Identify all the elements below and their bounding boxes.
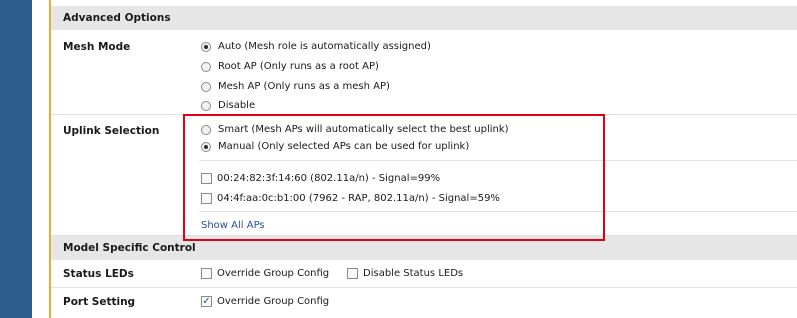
uplink-manual-radio[interactable] (201, 141, 211, 152)
uplink-smart-label: Smart (Mesh APs will automatically selec… (218, 124, 509, 135)
mesh-auto-radio[interactable] (201, 41, 211, 52)
model-specific-control-header: Model Specific Control (51, 236, 797, 260)
uplink-divider (199, 160, 797, 161)
port-setting-row: Port Setting ✓ Override Group Config (51, 288, 797, 318)
ap-list-divider (199, 211, 797, 212)
mesh-auto-option[interactable]: Auto (Mesh role is automatically assigne… (201, 41, 431, 52)
mesh-mesh-ap-radio[interactable] (201, 81, 211, 92)
show-all-aps-link[interactable]: Show All APs (201, 220, 265, 231)
uplink-selection-row: Uplink Selection Smart (Mesh APs will au… (51, 115, 797, 236)
advanced-options-header: Advanced Options (51, 6, 797, 30)
status-leds-label: Status LEDs (63, 268, 134, 280)
left-sidebar (0, 0, 32, 318)
ap-item-1-label: 00:24:82:3f:14:60 (802.11a/n) - Signal=9… (217, 173, 441, 184)
ap-item-2-label: 04:4f:aa:0c:b1:00 (7962 - RAP, 802.11a/n… (217, 193, 500, 204)
mesh-root-ap-label: Root AP (Only runs as a root AP) (218, 61, 379, 72)
ap-item-1-checkbox[interactable] (201, 173, 212, 184)
port-setting-override-checkbox[interactable]: ✓ (201, 296, 212, 307)
mesh-root-ap-option[interactable]: Root AP (Only runs as a root AP) (201, 61, 379, 72)
status-leds-override-label: Override Group Config (217, 268, 330, 279)
disable-status-leds-option[interactable]: Disable Status LEDs (347, 268, 463, 279)
port-setting-override-label: Override Group Config (217, 296, 330, 307)
mesh-mesh-ap-option[interactable]: Mesh AP (Only runs as a mesh AP) (201, 81, 390, 92)
disable-status-leds-label: Disable Status LEDs (363, 268, 464, 279)
port-setting-override-option[interactable]: ✓ Override Group Config (201, 296, 329, 307)
status-leds-override-option[interactable]: Override Group Config (201, 268, 329, 279)
ap-item-2[interactable]: 04:4f:aa:0c:b1:00 (7962 - RAP, 802.11a/n… (201, 193, 500, 204)
mesh-disable-option[interactable]: Disable (201, 100, 255, 111)
disable-status-leds-checkbox[interactable] (347, 268, 358, 279)
mesh-mode-label: Mesh Mode (63, 41, 131, 53)
uplink-smart-option[interactable]: Smart (Mesh APs will automatically selec… (201, 124, 509, 135)
status-leds-row: Status LEDs Override Group Config Disabl… (51, 260, 797, 288)
settings-panel: Advanced Options Mesh Mode Auto (Mesh ro… (49, 0, 797, 318)
uplink-selection-label: Uplink Selection (63, 125, 160, 137)
mesh-auto-label: Auto (Mesh role is automatically assigne… (218, 41, 431, 52)
ap-item-2-checkbox[interactable] (201, 193, 212, 204)
port-setting-label: Port Setting (63, 296, 136, 308)
ap-item-1[interactable]: 00:24:82:3f:14:60 (802.11a/n) - Signal=9… (201, 173, 440, 184)
mesh-root-ap-radio[interactable] (201, 61, 211, 72)
uplink-manual-label: Manual (Only selected APs can be used fo… (218, 141, 470, 152)
uplink-manual-option[interactable]: Manual (Only selected APs can be used fo… (201, 141, 469, 152)
mesh-mesh-ap-label: Mesh AP (Only runs as a mesh AP) (218, 81, 390, 92)
mesh-mode-row: Mesh Mode Auto (Mesh role is automatical… (51, 30, 797, 115)
status-leds-override-checkbox[interactable] (201, 268, 212, 279)
mesh-disable-label: Disable (218, 100, 256, 111)
uplink-smart-radio[interactable] (201, 124, 211, 135)
mesh-disable-radio[interactable] (201, 100, 211, 111)
